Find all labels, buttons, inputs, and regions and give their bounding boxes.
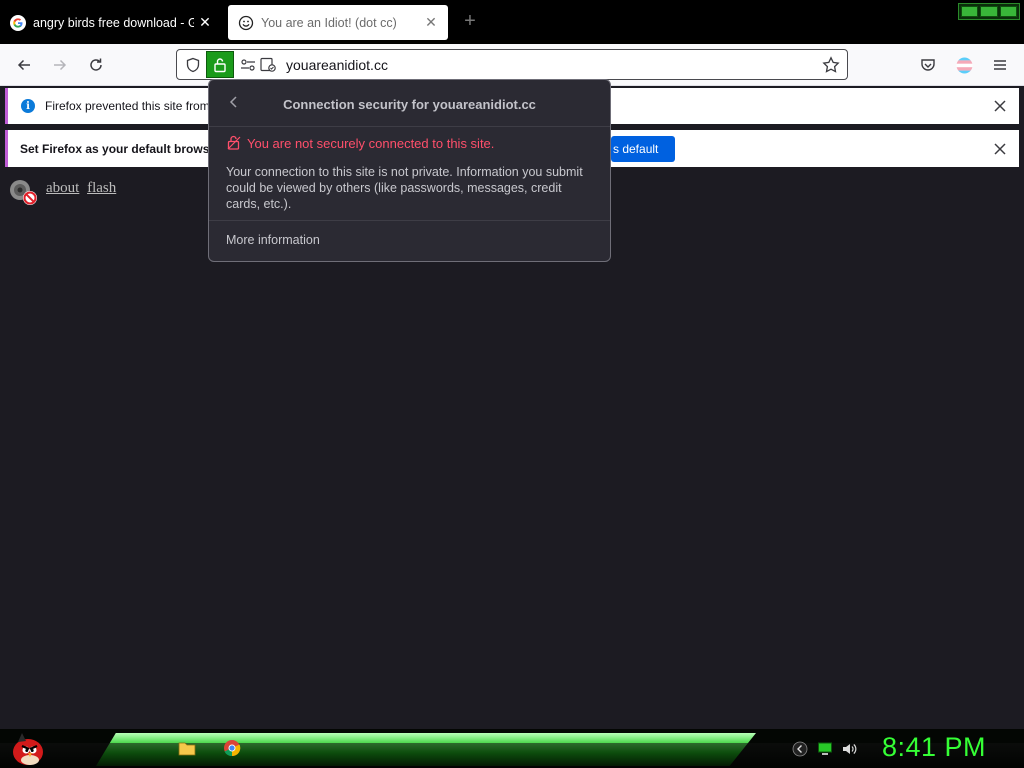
tray-arrow-icon[interactable] [792,741,808,757]
divider [209,220,610,221]
forward-button[interactable] [48,53,72,77]
connection-description: Your connection to this site is not priv… [226,165,583,211]
taskbar-shade [0,743,1024,768]
tab-google-search[interactable]: angry birds free download - Google ✕ [0,5,222,40]
window-controls[interactable] [958,3,1020,20]
reload-button[interactable] [84,53,108,77]
account-button[interactable] [952,53,976,77]
site-security-button[interactable] [206,51,234,78]
volume-icon[interactable] [841,741,857,757]
maximize-button[interactable] [980,6,998,17]
close-icon[interactable] [993,142,1007,156]
notification-text: Set Firefox as your default browse [20,141,217,156]
set-default-button[interactable]: s default [611,136,675,162]
flash-link[interactable]: flash [87,180,116,196]
back-button[interactable] [12,53,36,77]
page-info-icon[interactable] [260,57,277,73]
close-icon[interactable] [993,99,1007,113]
forward-arrow-icon [54,59,67,71]
about-link[interactable]: about [46,180,79,196]
chrome-icon[interactable] [223,739,241,757]
tab-you-are-an-idiot[interactable]: You are an Idiot! (dot cc) ✕ [228,5,448,40]
connection-security-panel: Connection security for youareanidiot.cc… [208,79,611,262]
hamburger-menu-icon [994,60,1006,70]
pocket-button[interactable] [916,53,940,77]
pocket-icon [921,59,935,71]
notification-text: Firefox prevented this site from [45,99,210,113]
flash-links: about flash [46,180,120,197]
angry-bird-start-icon[interactable] [8,730,46,767]
back-arrow-icon [17,59,30,71]
google-icon [10,14,26,31]
flash-blocked-icon [10,180,37,205]
tab-close-icon[interactable]: ✕ [198,14,212,31]
address-bar[interactable]: youareanidiot.cc [176,49,848,80]
file-explorer-icon[interactable] [178,739,196,757]
broken-lock-icon [227,135,241,150]
more-information-link[interactable]: More information [226,233,320,247]
permissions-icon[interactable] [240,58,256,72]
taskbar-clock[interactable]: 8:41 PM [882,732,986,763]
shield-icon[interactable] [185,57,201,73]
reload-icon [90,58,102,71]
insecure-warning: You are not securely connected to this s… [247,136,495,151]
new-tab-button[interactable]: + [460,10,480,33]
account-avatar-icon [956,57,972,73]
tab-strip: angry birds free download - Google ✕ You… [0,0,1024,44]
tab-label: You are an Idiot! (dot cc) [261,15,397,30]
info-icon: i [21,99,35,113]
url-text: youareanidiot.cc [286,57,388,73]
broken-lock-icon [214,57,226,72]
taskbar: 8:41 PM [0,729,1024,768]
divider [209,126,610,127]
panel-title: Connection security for youareanidiot.cc [283,97,536,112]
minimize-button[interactable] [961,6,979,17]
bookmark-star-icon[interactable] [822,56,840,74]
close-window-button[interactable] [999,6,1017,17]
smiley-icon [238,15,254,30]
tab-label: angry birds free download - Google [33,15,194,30]
tab-close-icon[interactable]: ✕ [424,14,438,31]
network-icon[interactable] [817,741,833,757]
menu-button[interactable] [988,53,1012,77]
